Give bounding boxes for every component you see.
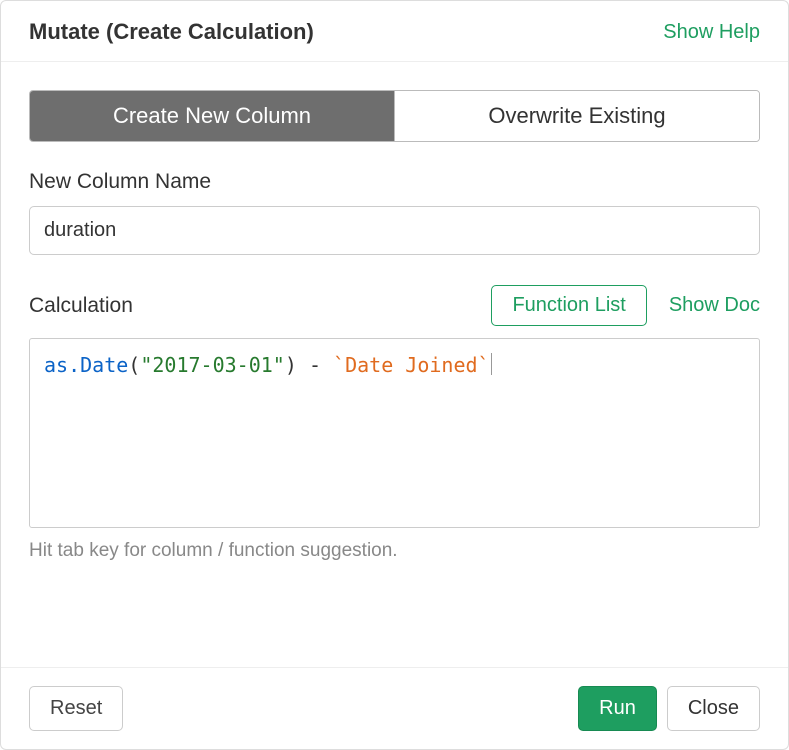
dialog-header: Mutate (Create Calculation) Show Help: [1, 1, 788, 62]
editor-hint: Hit tab key for column / function sugges…: [29, 540, 760, 562]
calculation-label: Calculation: [29, 294, 133, 318]
show-help-link[interactable]: Show Help: [663, 21, 760, 44]
code-token-string: "2017-03-01": [140, 353, 285, 377]
mode-tab-group: Create New Column Overwrite Existing: [29, 90, 760, 142]
text-cursor: [491, 353, 492, 375]
column-name-input[interactable]: [29, 206, 760, 255]
code-token-paren-open: (: [128, 353, 140, 377]
calculation-actions: Function List Show Doc: [491, 285, 760, 326]
footer-right-group: Run Close: [578, 686, 760, 731]
run-button[interactable]: Run: [578, 686, 657, 731]
dialog-content: Create New Column Overwrite Existing New…: [1, 62, 788, 667]
tab-create-new-column[interactable]: Create New Column: [30, 91, 394, 141]
code-token-column: `Date Joined`: [333, 353, 490, 377]
show-doc-link[interactable]: Show Doc: [669, 294, 760, 317]
dialog-footer: Reset Run Close: [1, 667, 788, 749]
dialog-title: Mutate (Create Calculation): [29, 19, 314, 45]
column-name-label: New Column Name: [29, 170, 760, 194]
tab-overwrite-existing[interactable]: Overwrite Existing: [394, 91, 759, 141]
calculation-editor[interactable]: as.Date("2017-03-01") - `Date Joined`: [29, 338, 760, 528]
code-token-space: [297, 353, 309, 377]
code-token-minus: -: [309, 353, 321, 377]
close-button[interactable]: Close: [667, 686, 760, 731]
reset-button[interactable]: Reset: [29, 686, 123, 731]
code-token-func: as.Date: [44, 353, 128, 377]
code-token-space: [321, 353, 333, 377]
mutate-dialog: Mutate (Create Calculation) Show Help Cr…: [0, 0, 789, 750]
calculation-header: Calculation Function List Show Doc: [29, 285, 760, 326]
function-list-button[interactable]: Function List: [491, 285, 646, 326]
code-token-paren-close: ): [285, 353, 297, 377]
